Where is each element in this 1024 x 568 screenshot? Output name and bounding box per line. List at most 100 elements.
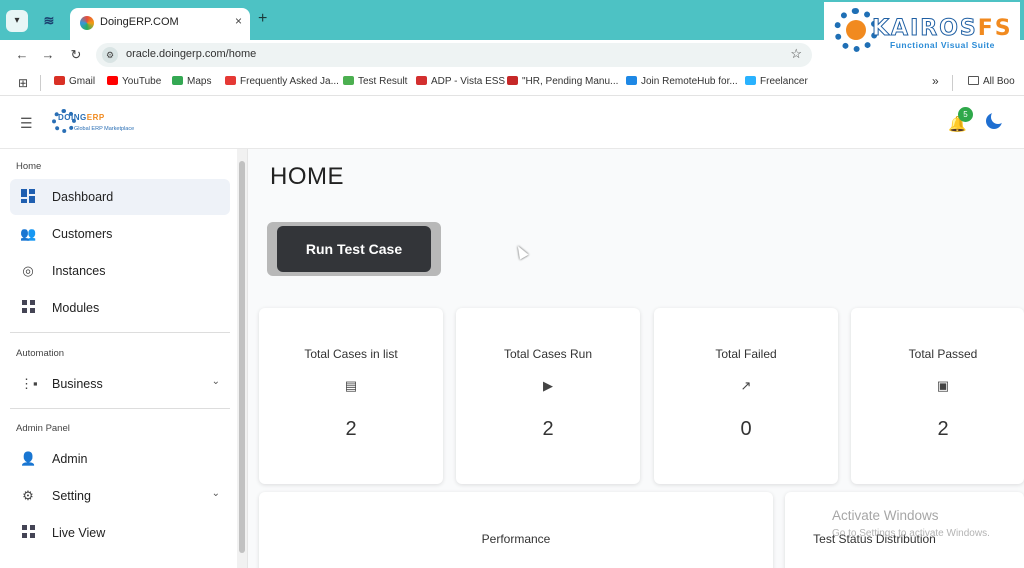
bookmark-adp[interactable]: ADP - Vista ESS bbox=[416, 76, 505, 87]
list-icon: ▤ bbox=[344, 378, 358, 393]
stat-card-title: Total Passed bbox=[908, 347, 978, 361]
sidebar-scrollbar-thumb[interactable] bbox=[239, 161, 245, 553]
mouse-cursor-icon bbox=[513, 243, 529, 260]
dark-mode-toggle-icon[interactable] bbox=[986, 110, 1005, 129]
grid-icon bbox=[20, 525, 36, 541]
back-arrow-icon[interactable]: ← bbox=[12, 45, 32, 65]
stat-card-title: Total Cases in list bbox=[304, 347, 398, 361]
maps-icon bbox=[172, 76, 183, 85]
tab-group-icon[interactable]: ≋ bbox=[38, 10, 60, 32]
youtube-icon bbox=[107, 76, 118, 85]
kairos-tagline: Functional Visual Suite bbox=[890, 40, 995, 50]
bookmark-freelancer[interactable]: Freelancer bbox=[745, 76, 808, 87]
sidebar-item-customers[interactable]: 👥 Customers bbox=[10, 216, 230, 252]
admin-icon: 👤 bbox=[20, 451, 37, 466]
panel-title: Performance bbox=[481, 532, 551, 546]
sidebar-item-label: Business bbox=[52, 377, 103, 391]
brand-tagline: Global ERP Marketplace bbox=[74, 126, 135, 132]
dashboard-icon bbox=[20, 189, 36, 205]
doingerp-favicon-icon bbox=[80, 16, 94, 30]
sidebar-item-label: Customers bbox=[52, 227, 113, 241]
app-root: ☰ DOINGERP Global ERP Marketplace 🔔 5 Ho… bbox=[0, 97, 1024, 568]
bookmark-gmail[interactable]: Gmail bbox=[54, 76, 95, 87]
stat-card-value: 2 bbox=[937, 418, 949, 440]
sidebar-item-modules[interactable]: Modules bbox=[10, 290, 230, 326]
bookmark-remotehub[interactable]: Join RemoteHub for... bbox=[626, 76, 738, 87]
address-url[interactable]: oracle.doingerp.com/home bbox=[126, 48, 256, 60]
sidebar-section-admin: Admin Panel bbox=[16, 423, 70, 434]
hr-icon bbox=[507, 76, 518, 85]
stat-card-passed: Total Passed ▣ 2 bbox=[851, 308, 1024, 484]
stat-card-title: Total Failed bbox=[715, 347, 777, 361]
bookmarks-overflow-button[interactable]: » bbox=[932, 74, 939, 88]
activate-windows-watermark: Activate Windows bbox=[832, 508, 939, 523]
youtube-icon bbox=[225, 76, 236, 85]
freelancer-icon bbox=[745, 76, 756, 85]
sidebar: Home Dashboard 👥 Customers ◎ Instances M… bbox=[0, 149, 248, 568]
gmail-icon bbox=[54, 76, 65, 85]
sidebar-item-setting[interactable]: ⚙ Setting ⌄ bbox=[10, 478, 230, 514]
tab-title: DoingERP.COM bbox=[100, 16, 179, 28]
sidebar-item-label: Admin bbox=[52, 452, 88, 466]
close-tab-icon[interactable]: × bbox=[235, 14, 242, 28]
new-tab-button[interactable]: + bbox=[258, 10, 267, 28]
kairosfs-logo: KAIROSFS Functional Visual Suite bbox=[824, 2, 1020, 64]
stat-card-cases-run: Total Cases Run ▶ 2 bbox=[456, 308, 640, 484]
performance-panel: Performance bbox=[259, 492, 773, 568]
bookmark-hr-pending[interactable]: "HR, Pending Manu... bbox=[507, 76, 618, 87]
stat-card-value: 2 bbox=[542, 418, 554, 440]
sidebar-item-admin[interactable]: 👤 Admin bbox=[10, 441, 230, 477]
site-info-icon[interactable]: ⚙ bbox=[102, 47, 118, 63]
passed-icon: ▣ bbox=[936, 378, 950, 393]
sidebar-item-instances[interactable]: ◎ Instances bbox=[10, 253, 230, 289]
sidebar-divider bbox=[10, 332, 230, 333]
bookmark-youtube[interactable]: YouTube bbox=[107, 76, 161, 87]
tab-search-menu-icon[interactable]: ▾ bbox=[6, 10, 28, 32]
stat-card-failed: Total Failed ↗ 0 bbox=[654, 308, 838, 484]
bookmark-star-icon[interactable]: ☆ bbox=[790, 46, 802, 62]
stat-card-value: 2 bbox=[345, 418, 357, 440]
main-content: HOME Run Test Case Total Cases in list ▤… bbox=[250, 149, 1024, 568]
reload-icon[interactable]: ↻ bbox=[66, 45, 86, 65]
address-bar[interactable]: ⚙ oracle.doingerp.com/home ☆ bbox=[96, 43, 812, 67]
instances-icon: ◎ bbox=[22, 263, 34, 278]
chevron-down-icon: ⌄ bbox=[211, 488, 220, 499]
sidebar-item-business[interactable]: ⋮▪ Business ⌄ bbox=[10, 366, 230, 402]
sidebar-item-label: Instances bbox=[52, 264, 106, 278]
adp-icon bbox=[416, 76, 427, 85]
bookmarks-divider bbox=[40, 75, 41, 91]
sidebar-item-label: Live View bbox=[52, 526, 106, 540]
apps-grid-icon[interactable]: ⊞ bbox=[18, 76, 28, 90]
browser-window: ▾ ≋ DoingERP.COM × + ← → ↻ ⚙ oracle.doin… bbox=[0, 0, 1024, 568]
bookmark-faq[interactable]: Frequently Asked Ja... bbox=[225, 76, 339, 87]
all-bookmarks-button[interactable]: All Boo bbox=[968, 76, 1015, 87]
run-test-case-button[interactable]: Run Test Case bbox=[277, 226, 431, 272]
stat-card-total-cases: Total Cases in list ▤ 2 bbox=[259, 308, 443, 484]
bookmark-maps[interactable]: Maps bbox=[172, 76, 211, 87]
bookmarks-divider-right bbox=[952, 75, 953, 91]
sidebar-item-label: Dashboard bbox=[52, 190, 114, 204]
setting-icon: ⚙ bbox=[22, 488, 34, 503]
sidebar-divider bbox=[10, 408, 230, 409]
people-icon: 👥 bbox=[20, 226, 37, 241]
app-header: ☰ DOINGERP Global ERP Marketplace 🔔 5 bbox=[0, 97, 1024, 149]
forward-arrow-icon[interactable]: → bbox=[38, 45, 58, 65]
bookmark-test-result[interactable]: Test Result bbox=[343, 76, 407, 87]
sidebar-item-label: Setting bbox=[52, 489, 91, 503]
sidebar-item-dashboard[interactable]: Dashboard bbox=[10, 179, 230, 215]
doingerp-logo[interactable]: DOINGERP Global ERP Marketplace bbox=[52, 107, 142, 139]
sidebar-item-label: Modules bbox=[52, 301, 100, 315]
leaf-icon bbox=[343, 76, 354, 85]
sidebar-section-home: Home bbox=[16, 161, 42, 172]
sidebar-item-live-view[interactable]: Live View bbox=[10, 515, 230, 551]
page-title: HOME bbox=[270, 163, 344, 190]
chevron-down-icon: ⌄ bbox=[211, 376, 220, 387]
sidebar-section-automation: Automation bbox=[16, 348, 65, 359]
stat-card-title: Total Cases Run bbox=[503, 347, 593, 361]
business-icon: ⋮▪ bbox=[20, 376, 38, 391]
remotehub-icon bbox=[626, 76, 637, 85]
play-icon: ▶ bbox=[543, 378, 553, 393]
brand-name: DOINGERP bbox=[58, 113, 105, 122]
menu-toggle-icon[interactable]: ☰ bbox=[20, 115, 33, 132]
active-tab[interactable]: DoingERP.COM × bbox=[70, 8, 250, 40]
